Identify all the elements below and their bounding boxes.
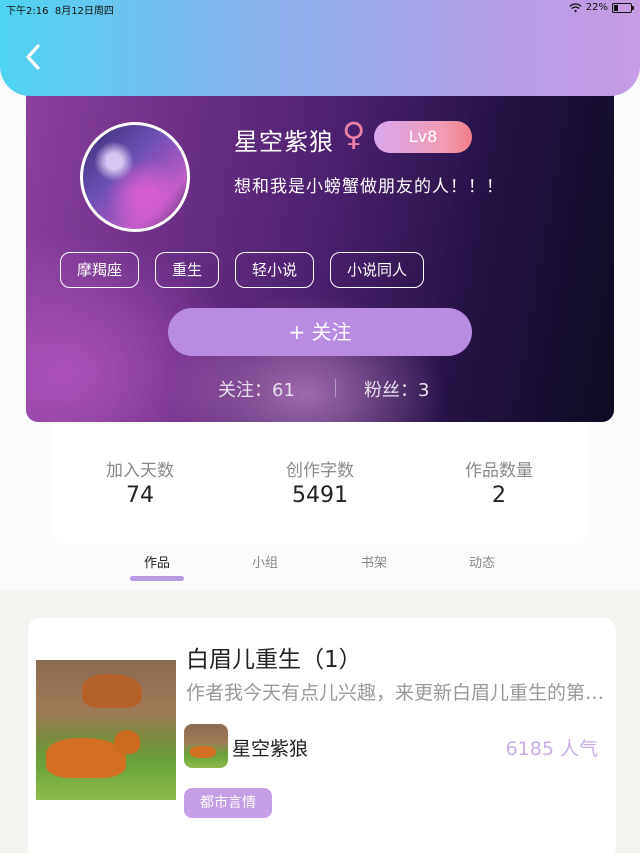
stat-value: 74	[126, 483, 154, 508]
popularity-count: 6185 人气	[505, 738, 598, 760]
follow-button[interactable]: + 关注	[168, 308, 472, 356]
user-signature: 想和我是小螃蟹做朋友的人！！！	[234, 177, 504, 197]
user-name: 星空紫狼	[234, 128, 334, 156]
status-date-text: 8月12日周四	[54, 6, 114, 17]
stat-label: 加入天数	[106, 461, 174, 481]
stat-value: 5491	[292, 483, 348, 508]
work-summary: 作者我今天有点儿兴趣，来更新白眉儿重生的第一章	[186, 682, 606, 704]
status-bar: 下午2:16 8月12日周四 22%	[0, 0, 640, 18]
tab-bookshelf[interactable]: 书架	[361, 552, 387, 571]
stat-label: 作品数量	[465, 461, 533, 481]
profile-tag[interactable]: 摩羯座	[60, 252, 140, 288]
female-icon: ♀	[342, 115, 366, 153]
profile-card: 星空紫狼 ♀ Lv8 想和我是小螃蟹做朋友的人！！！ 摩羯座 重生 轻小说 小说…	[26, 94, 614, 422]
work-card[interactable]: 白眉儿重生（1） 作者我今天有点儿兴趣，来更新白眉儿重生的第一章 星空紫狼 61…	[28, 618, 616, 853]
status-time: 下午2:16 8月12日周四	[6, 2, 114, 17]
battery-percent: 22%	[585, 2, 608, 13]
stat-word-count: 创作字数 5491	[250, 456, 390, 508]
stat-label: 创作字数	[286, 461, 354, 481]
following-count[interactable]: 关注：61	[218, 376, 295, 402]
fans-count[interactable]: 粉丝：3	[364, 376, 429, 402]
profile-tag[interactable]: 小说同人	[330, 252, 425, 288]
chevron-left-icon	[26, 44, 40, 70]
follow-stats: 关注：61 粉丝：3	[26, 376, 614, 402]
genre-tag[interactable]: 都市言情	[184, 788, 272, 818]
stats-panel: 加入天数 74 创作字数 5491 作品数量 2	[52, 420, 588, 544]
profile-tag[interactable]: 轻小说	[235, 252, 315, 288]
wifi-icon	[569, 2, 582, 12]
tab-activity[interactable]: 动态	[469, 552, 495, 571]
stat-work-count: 作品数量 2	[429, 456, 569, 508]
stat-value: 2	[492, 483, 506, 508]
back-button[interactable]	[18, 40, 48, 74]
stats-divider	[335, 379, 336, 397]
status-time-text: 下午2:16	[6, 6, 49, 17]
work-title[interactable]: 白眉儿重生（1）	[186, 640, 362, 674]
battery-icon	[612, 2, 634, 13]
level-badge: Lv8	[374, 121, 472, 153]
work-cover-image[interactable]	[36, 660, 176, 800]
avatar[interactable]	[80, 122, 190, 232]
tab-groups[interactable]: 小组	[252, 552, 278, 571]
active-tab-indicator	[130, 576, 184, 581]
status-right: 22%	[569, 2, 634, 13]
cover-fox-shape	[114, 730, 140, 754]
profile-tags: 摩羯座 重生 轻小说 小说同人	[60, 252, 425, 288]
profile-tabs: 作品 小组 书架 动态	[0, 546, 640, 586]
cover-fox-shape	[82, 674, 142, 708]
author-avatar[interactable]	[184, 724, 228, 768]
author-name: 星空紫狼	[232, 738, 309, 760]
profile-tag[interactable]: 重生	[155, 252, 220, 288]
tab-works[interactable]: 作品	[144, 552, 170, 571]
header-band: 下午2:16 8月12日周四 22%	[0, 0, 640, 96]
stat-join-days: 加入天数 74	[70, 456, 210, 508]
